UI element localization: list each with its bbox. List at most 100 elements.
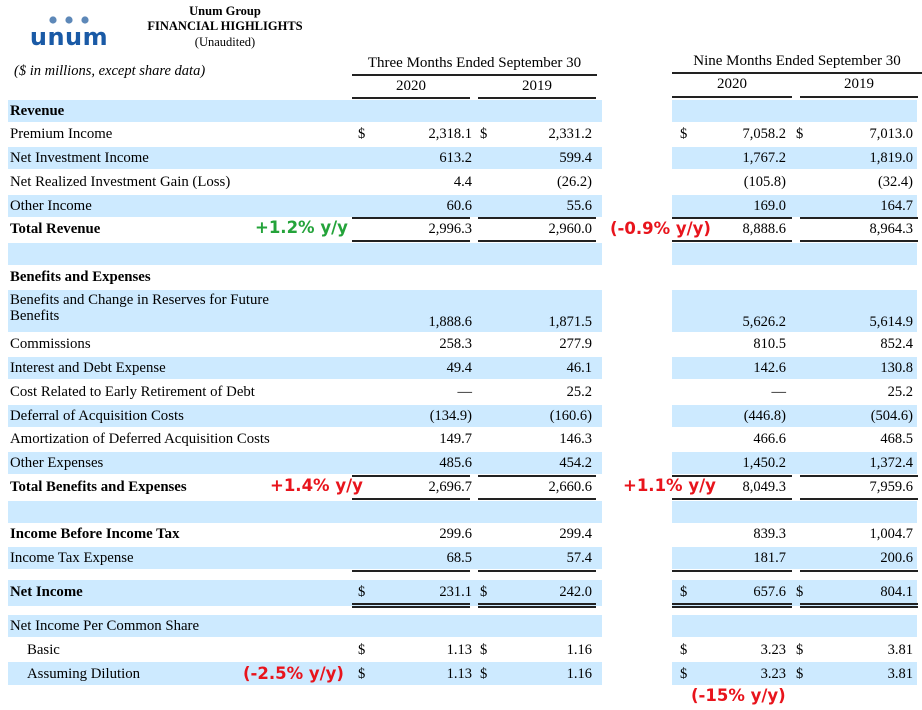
total-underline [478,570,596,572]
three-months-2020-header: 2020 [396,78,426,94]
row-label: Net Investment Income [10,150,149,166]
cell-q2020: (134.9) [429,408,472,424]
cell-q2020: 613.2 [439,150,472,166]
total-underline [352,570,470,572]
cell-q2019: (26.2) [556,174,592,190]
double-underline [672,603,792,608]
cell-q2020: 149.7 [439,431,472,447]
total-underline [672,498,792,500]
double-underline [800,603,918,608]
dollar-sign: $ [796,666,804,682]
row-label: Premium Income [10,126,113,142]
per-share-heading: Net Income Per Common Share [10,618,200,634]
net-income-label: Net Income [10,584,83,600]
yoy-annotation: (-2.5% y/y) [243,664,344,683]
dollar-sign: $ [480,642,488,658]
cell-n2020: — [771,384,787,400]
cell-n2020: 1,450.2 [742,455,787,471]
cell-n2020: 839.3 [753,526,786,542]
row-label: Amortization of Deferred Acquisition Cos… [10,431,270,447]
row-label: Basic [27,642,60,658]
cell-q2020: 485.6 [439,455,472,471]
total-underline [352,475,470,477]
cell-q2020: 258.3 [439,336,472,352]
report-title: FINANCIAL HIGHLIGHTS [147,19,303,33]
cell-n2020: (105.8) [743,174,786,190]
double-underline [352,603,470,608]
row-label: Income Tax Expense [10,550,134,566]
row-label: Benefits and Change in Reserves for Futu… [10,292,269,308]
cell-n2020: 657.6 [753,584,786,600]
cell-q2019: 2,331.2 [548,126,593,142]
row-band [672,243,917,265]
row-label: Other Expenses [10,455,104,471]
total-underline [800,498,918,500]
row-band [8,100,602,122]
cell-q2019: 599.4 [559,150,592,166]
header-rule [672,96,792,98]
dollar-sign: $ [680,642,688,658]
cell-n2020: 7,058.2 [742,126,787,142]
cell-q2019: 1.16 [566,666,592,682]
total-underline [478,217,596,219]
dollar-sign: $ [480,666,488,682]
row-label: Deferral of Acquisition Costs [10,408,184,424]
cell-q2020: 1.13 [446,666,472,682]
cell-n2019: 1,372.4 [869,455,914,471]
cell-q2019: 1.16 [566,642,592,658]
total-expenses-label: Total Benefits and Expenses [10,479,187,495]
total-underline [800,570,918,572]
dollar-sign: $ [480,584,488,600]
yoy-annotation: +1.2% y/y [255,218,348,237]
cell-q2019: 242.0 [559,584,592,600]
cell-q2020: 68.5 [446,550,472,566]
section-heading-revenue: Revenue [10,103,65,119]
dollar-sign: $ [680,126,688,142]
header-rule [800,96,918,98]
cell-n2019: 8,964.3 [869,221,914,237]
cell-q2019: 299.4 [559,526,592,542]
total-underline [800,240,918,242]
cell-n2019: 852.4 [880,336,913,352]
row-band [672,615,917,637]
cell-n2019: 468.5 [880,431,913,447]
company-name: Unum Group [189,4,261,18]
cell-q2019: 277.9 [559,336,592,352]
section-heading-expenses: Benefits and Expenses [10,269,151,285]
cell-n2019: 1,004.7 [869,526,914,542]
dollar-sign: $ [480,126,488,142]
cell-q2019: 454.2 [559,455,592,471]
row-label: Net Realized Investment Gain (Loss) [10,174,231,190]
dollar-sign: $ [358,666,366,682]
cell-q2020: 60.6 [446,198,472,214]
total-underline [478,240,596,242]
cell-q2019: 46.1 [566,360,592,376]
cell-q2019: 146.3 [559,431,592,447]
header-rule [672,72,922,74]
row-band [672,100,917,122]
three-months-2019-header: 2019 [522,78,552,94]
total-underline [352,240,470,242]
cell-n2019: 1,819.0 [869,150,914,166]
income-before-tax-label: Income Before Income Tax [10,526,180,542]
cell-q2019: 25.2 [566,384,592,400]
header-rule [352,97,470,99]
yoy-annotation: +1.4% y/y [270,476,363,495]
cell-q2019: 1,871.5 [548,314,593,330]
row-band [8,501,602,523]
cell-n2020: 142.6 [753,360,786,376]
three-months-header: Three Months Ended September 30 [367,55,582,71]
cell-q2020: 2,696.7 [428,479,473,495]
total-underline [478,475,596,477]
cell-n2019: 130.8 [880,360,913,376]
cell-n2019: 5,614.9 [869,314,914,330]
total-underline [800,475,918,477]
cell-n2019: 804.1 [880,584,913,600]
dollar-sign: $ [796,642,804,658]
cell-q2020: 1,888.6 [428,314,473,330]
header-rule [352,74,597,76]
cell-q2020: 2,996.3 [428,221,473,237]
cell-n2019: 7,959.6 [869,479,914,495]
row-label: Benefits [10,308,60,324]
cell-q2020: 231.1 [439,584,472,600]
